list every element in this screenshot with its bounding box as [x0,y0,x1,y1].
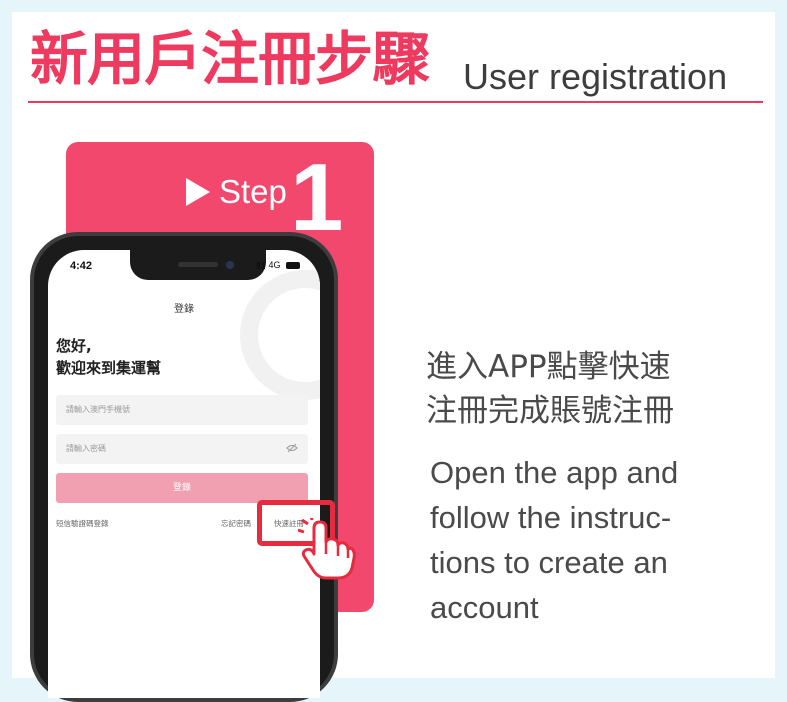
eye-off-icon[interactable] [286,443,298,453]
description-zh-line-1: 進入APP點擊快速 [426,349,671,385]
greeting-line-1: 您好, [56,337,92,355]
page-title-en: User registration [463,56,728,97]
page-title-zh: 新用戶注冊步驟 [30,25,430,93]
password-input[interactable]: 請輸入密碼 [56,434,308,464]
greeting: 您好, 歡迎來到集運幫 [56,335,161,379]
description-en: Open the app and follow the instruc- tio… [430,450,760,630]
step-label: Step [219,173,287,210]
description-en-line-2: follow the instruc- [430,500,672,535]
greeting-line-2: 歡迎來到集運幫 [56,359,162,377]
description-en-line-3: tions to create an [430,545,668,580]
description-en-line-1: Open the app and [430,455,679,490]
camera-icon [226,261,234,269]
phone-screen: 4:42 ▮▮ 4G 登錄 您好, 歡迎來到集運幫 請輸入澳門手機號 請輸入密碼… [48,250,320,698]
tap-hand-icon [298,518,356,580]
battery-icon [286,262,300,270]
sms-login-link[interactable]: 短信驗證碼登錄 [56,518,109,529]
signal-icon: ▮▮ [256,260,266,270]
network-label: 4G [268,260,281,270]
phone-mockup: 4:42 ▮▮ 4G 登錄 您好, 歡迎來到集運幫 請輸入澳門手機號 請輸入密碼… [30,232,338,702]
phone-number-input[interactable]: 請輸入澳門手機號 [56,395,308,425]
app-title: 登錄 [174,304,194,315]
phone-notch [130,250,266,280]
description-zh: 進入APP點擊快速 注冊完成賬號注冊 [426,345,674,433]
password-placeholder: 請輸入密碼 [66,444,106,453]
forgot-password-link[interactable]: 忘記密碼 [221,518,251,529]
description-zh-line-2: 注冊完成賬號注冊 [426,393,674,429]
decorative-arc [240,270,320,400]
status-bar-right: ▮▮ 4G [256,260,300,271]
description-en-line-4: account [430,590,539,625]
speaker-icon [178,262,218,267]
title-divider [28,101,763,103]
phone-number-placeholder: 請輸入澳門手機號 [66,405,130,414]
login-button[interactable]: 登錄 [56,473,308,503]
status-time: 4:42 [70,260,93,272]
